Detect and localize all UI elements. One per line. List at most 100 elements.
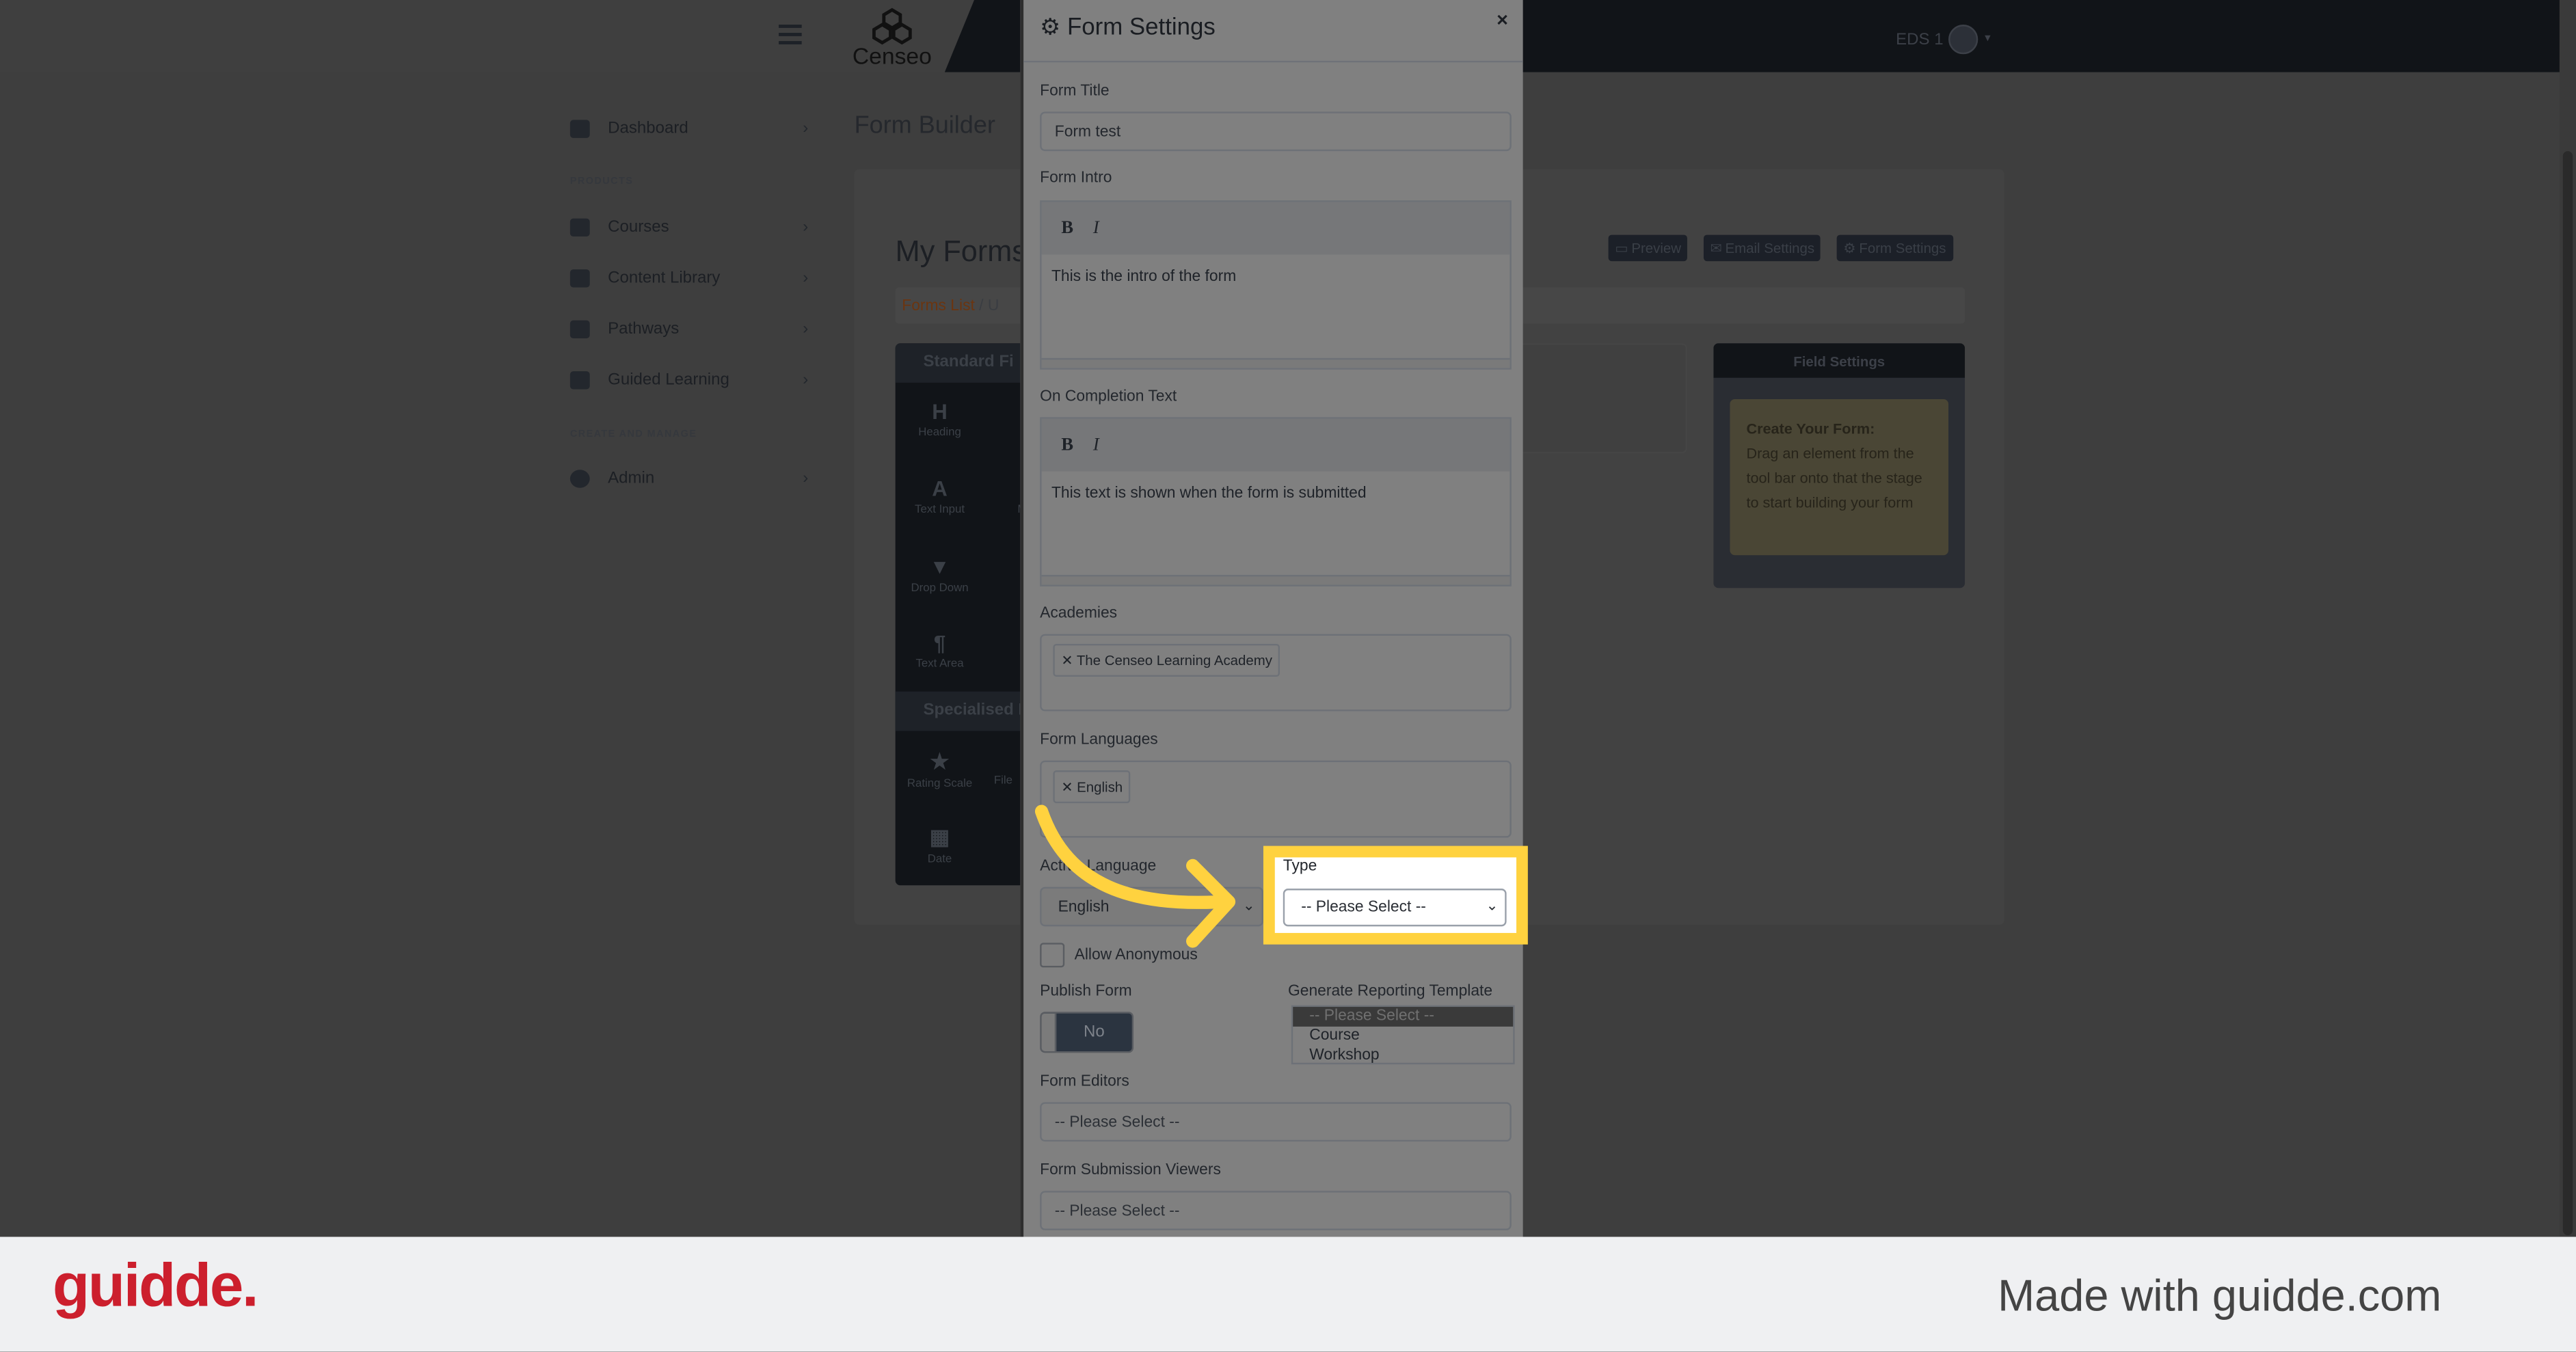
gear-icon — [569, 469, 590, 487]
hamburger-menu-icon[interactable] — [779, 25, 802, 44]
form-settings-modal: ⚙ Form Settings × Form Title Form test Fo… — [1020, 0, 1523, 1237]
clipboard-icon — [569, 370, 590, 389]
sidebar-item-label: Dashboard — [608, 119, 688, 137]
tool-heading[interactable]: H Heading — [896, 399, 984, 439]
courses-icon — [569, 217, 590, 236]
publish-toggle[interactable]: No — [1040, 1012, 1134, 1053]
award-icon — [569, 319, 590, 338]
tool-file[interactable]: File — [994, 775, 1023, 787]
academies-label: Academies — [1040, 604, 1118, 623]
sidebar-item-label: Admin — [608, 469, 655, 487]
breadcrumb-current: U — [987, 297, 999, 316]
user-menu[interactable]: EDS 1 ▼ — [1896, 25, 1993, 55]
viewers-label: Form Submission Viewers — [1040, 1161, 1221, 1180]
guidde-logo: guidde. — [52, 1252, 259, 1319]
tool-label: Heading — [918, 427, 961, 439]
gear-icon: ⚙ — [1843, 239, 1856, 256]
chevron-right-icon: › — [803, 319, 809, 338]
viewers-select[interactable]: -- Please Select -- — [1040, 1191, 1512, 1230]
section-label-create: CREATE AND MANAGE — [569, 430, 697, 441]
caret-down-icon: ▼ — [1983, 34, 1993, 44]
modal-title: Form Settings — [1066, 14, 1216, 40]
section-heading: My Forms — [895, 234, 1027, 268]
form-title-input[interactable]: Form test — [1040, 111, 1512, 152]
academy-tag[interactable]: ✕ The Censeo Learning Academy — [1053, 643, 1280, 677]
bold-button[interactable]: B — [1061, 219, 1073, 239]
bold-button[interactable]: B — [1061, 435, 1073, 455]
academies-select[interactable]: ✕ The Censeo Learning Academy — [1040, 634, 1512, 712]
envelope-icon: ✉ — [1710, 239, 1722, 256]
highlight-box: Type -- Please Select -- ⌄ — [1263, 846, 1528, 945]
resize-handle[interactable] — [1041, 357, 1510, 368]
close-button[interactable]: × — [1497, 8, 1508, 31]
sidebar-item-content-library[interactable]: Content Library › — [569, 265, 808, 290]
preview-button[interactable]: ▭ Preview — [1608, 234, 1688, 262]
button-label: Email Settings — [1725, 239, 1815, 256]
tool-date[interactable]: ▦ Date — [896, 824, 984, 865]
option[interactable]: Workshop — [1293, 1046, 1513, 1066]
type-label: Type — [1283, 857, 1317, 876]
email-settings-button[interactable]: ✉ Email Settings — [1703, 234, 1821, 262]
tag-label: The Censeo Learning Academy — [1076, 652, 1272, 669]
user-name: EDS 1 — [1896, 30, 1944, 49]
tool-text-area[interactable]: ¶ Text Area — [896, 631, 984, 671]
form-settings-button[interactable]: ⚙ Form Settings — [1836, 234, 1953, 262]
tool-label: Rating Scale — [907, 779, 973, 790]
sidebar-item-label: Courses — [608, 217, 669, 236]
dropdown-icon: ▾ — [934, 553, 945, 578]
form-title-label: Form Title — [1040, 82, 1110, 100]
sidebar-item-label: Content Library — [608, 268, 721, 287]
tool-label: Drop Down — [911, 583, 969, 595]
italic-button[interactable]: I — [1093, 219, 1099, 239]
monitor-icon: ▭ — [1615, 239, 1628, 256]
completion-editor: BI This text is shown when the form is s… — [1040, 417, 1512, 586]
page-title: Form Builder — [854, 111, 995, 140]
tool-text-input[interactable]: A Text Input — [896, 476, 984, 516]
sidebar-item-admin[interactable]: Admin › — [569, 465, 808, 491]
toggle-label: No — [1084, 1023, 1105, 1042]
breadcrumb-link[interactable]: Forms List — [902, 297, 975, 315]
note-title: Create Your Form: — [1746, 420, 1875, 437]
form-intro-label: Form Intro — [1040, 169, 1112, 187]
field-toolbox: Standard Fi HHeading Pa AText Input Mult… — [895, 343, 1027, 886]
sidebar-item-courses[interactable]: Courses › — [569, 213, 808, 239]
reporting-template-list[interactable]: -- Please Select -- Course Workshop — [1291, 1005, 1515, 1065]
censeo-logo[interactable]: Censeo — [851, 7, 933, 69]
section-label-products: PRODUCTS — [569, 177, 634, 187]
tool-drop-down[interactable]: ▾ Drop Down — [896, 554, 984, 595]
toolbox-header-standard: Standard Fi — [895, 343, 1027, 383]
breadcrumb-sep: / — [979, 297, 984, 316]
tool-label: Date — [927, 854, 952, 866]
chevron-right-icon: › — [803, 370, 809, 389]
button-label: Form Settings — [1859, 239, 1946, 256]
tool-rating-scale[interactable]: ★ Rating Scale — [896, 749, 984, 790]
button-label: Preview — [1631, 239, 1681, 256]
toolbox-header-specialised: Specialised F — [895, 691, 1027, 731]
select-value: -- Please Select -- — [1301, 898, 1426, 917]
calendar-icon: ▦ — [929, 824, 950, 850]
option[interactable]: -- Please Select -- — [1293, 1007, 1514, 1027]
sidebar-item-guided-learning[interactable]: Guided Learning › — [569, 366, 809, 392]
completion-text[interactable]: This text is shown when the form is subm… — [1042, 472, 1510, 575]
scrollbar-thumb[interactable] — [2562, 151, 2573, 1236]
editors-label: Form Editors — [1040, 1072, 1129, 1091]
heading-icon: H — [932, 398, 948, 424]
form-stage[interactable] — [1503, 343, 1687, 454]
type-select[interactable]: -- Please Select -- ⌄ — [1283, 889, 1507, 927]
made-with-text: Made with guidde.com — [1998, 1271, 2442, 1321]
option[interactable]: Course — [1293, 1027, 1513, 1046]
resize-handle[interactable] — [1041, 575, 1510, 585]
languages-label: Form Languages — [1040, 731, 1158, 749]
logo-icon — [872, 8, 912, 45]
note-body: Drag an element from the tool bar onto t… — [1746, 445, 1922, 511]
tool-label: File — [993, 775, 1012, 787]
remove-icon[interactable]: ✕ — [1061, 652, 1076, 668]
sidebar-item-pathways[interactable]: Pathways › — [569, 315, 809, 341]
chevron-right-icon: › — [803, 119, 809, 137]
sidebar-item-dashboard[interactable]: Dashboard › — [569, 115, 809, 141]
form-intro-text[interactable]: This is the intro of the form — [1042, 254, 1510, 357]
chevron-down-icon: ⌄ — [1486, 897, 1499, 914]
italic-button[interactable]: I — [1093, 435, 1099, 455]
editors-select[interactable]: -- Please Select -- — [1040, 1102, 1512, 1142]
tool-label: Text Input — [915, 504, 965, 516]
